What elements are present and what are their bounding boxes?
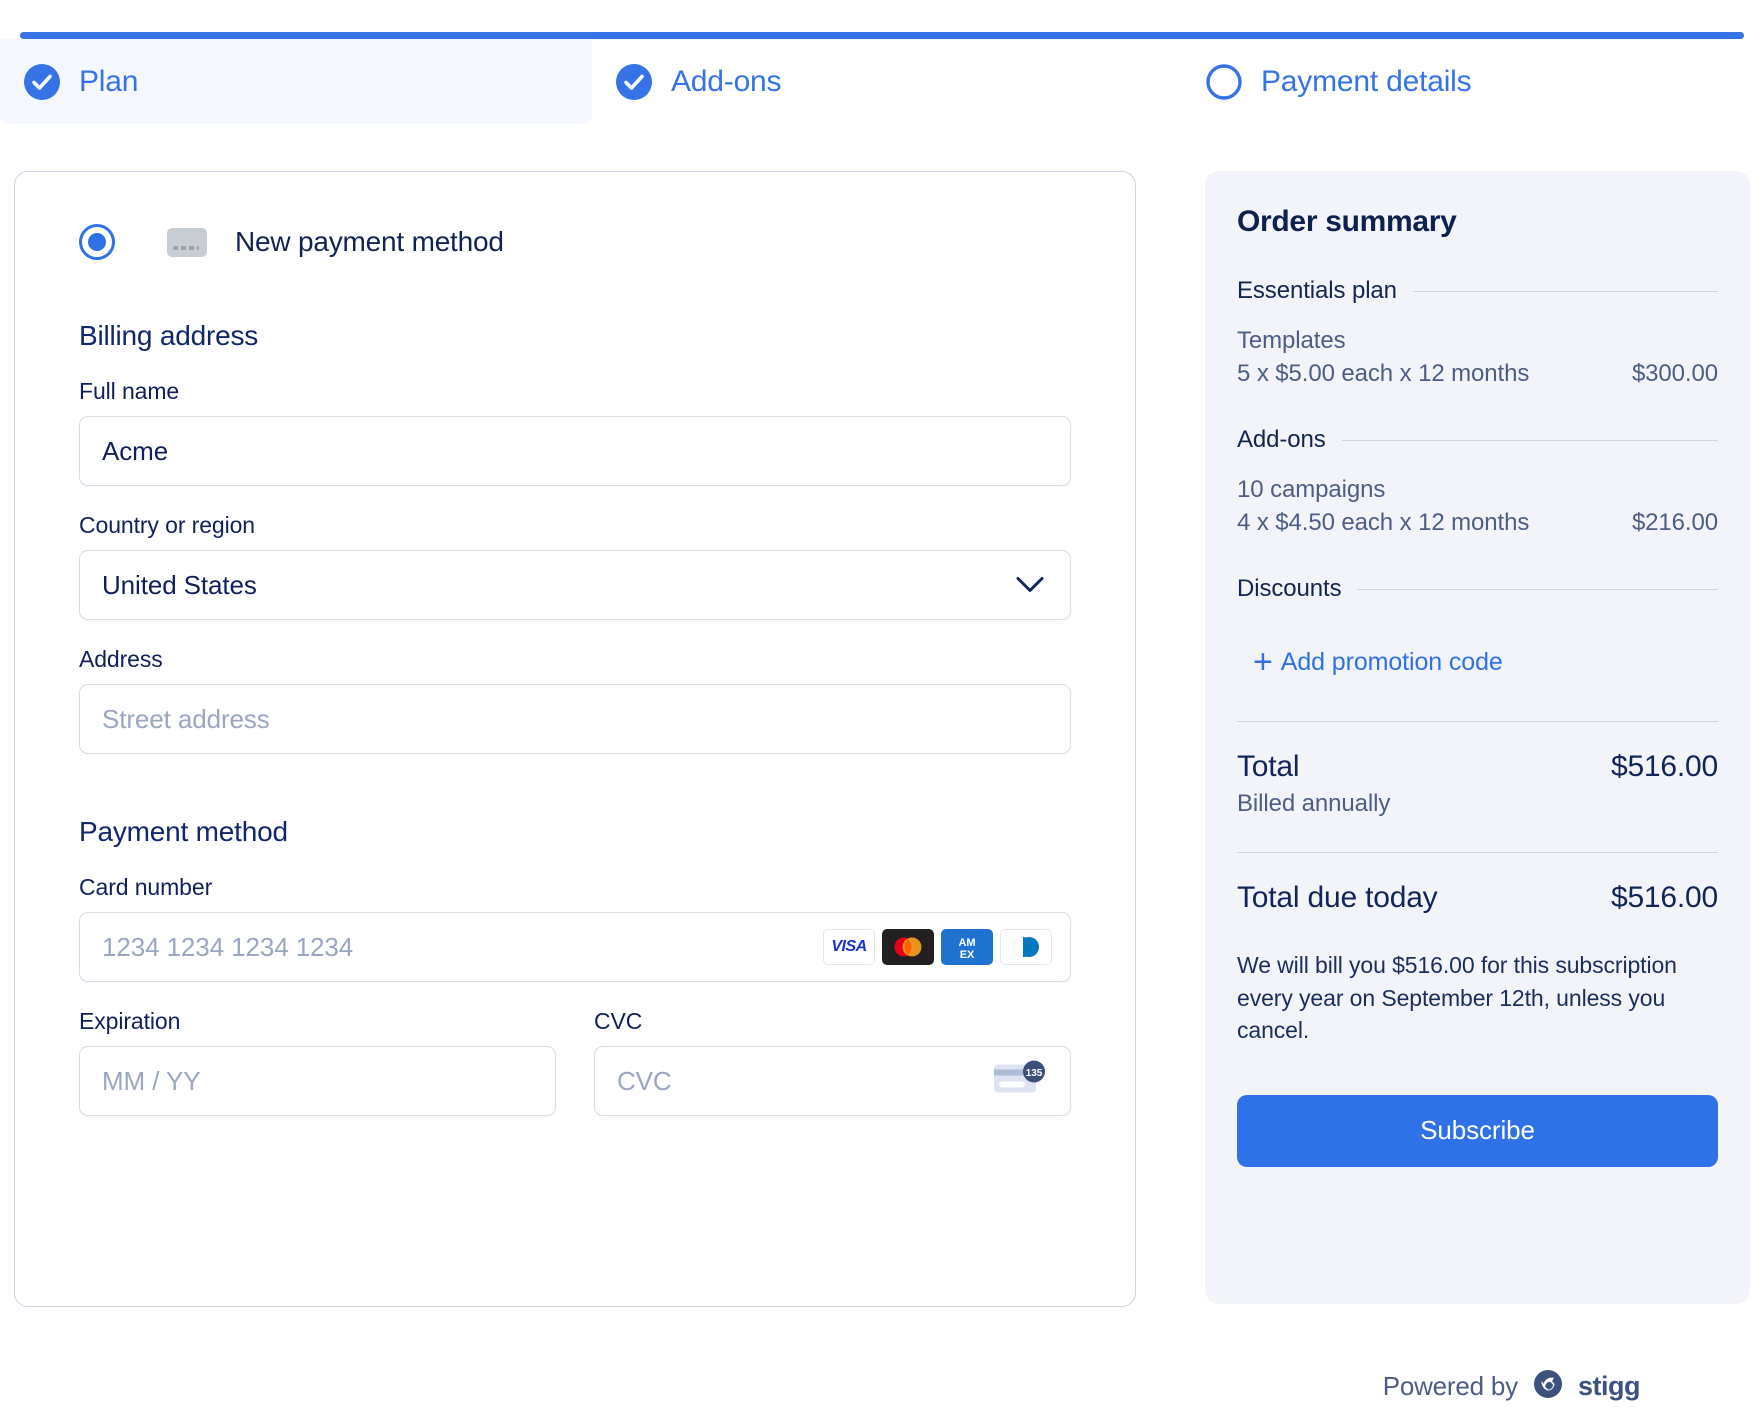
- powered-by-label: Powered by: [1382, 1371, 1519, 1401]
- total-due-today-row: Total due today $516.00: [1237, 881, 1718, 915]
- address-input[interactable]: Street address: [79, 684, 1071, 754]
- plus-icon: +: [1253, 643, 1273, 681]
- step-addons[interactable]: Add-ons: [592, 39, 1182, 124]
- add-promotion-code-link[interactable]: + Add promotion code: [1253, 645, 1718, 679]
- summary-line-amount: $300.00: [1631, 360, 1718, 387]
- step-payment-details[interactable]: Payment details: [1182, 39, 1764, 124]
- summary-group-rule: [1412, 290, 1718, 292]
- card-number-label: Card number: [79, 874, 213, 900]
- total-row: Total $516.00: [1237, 750, 1718, 784]
- payment-form-card: New payment method Billing address Full …: [14, 171, 1136, 1307]
- stigg-wordmark: stigg: [1578, 1371, 1641, 1401]
- expiration-placeholder: MM / YY: [102, 1065, 201, 1096]
- diners-club-icon: [1000, 929, 1052, 965]
- country-label: Country or region: [79, 512, 255, 538]
- summary-group-header: Add-ons: [1237, 426, 1718, 454]
- subscribe-button[interactable]: Subscribe: [1237, 1094, 1718, 1167]
- new-payment-method-option[interactable]: New payment method: [79, 216, 1071, 268]
- step-payment-details-label: Payment details: [1261, 64, 1472, 98]
- full-name-value: Acme: [102, 435, 169, 466]
- expiration-field: Expiration MM / YY: [79, 1008, 556, 1116]
- order-summary-panel: Order summary Essentials plan Templates …: [1205, 171, 1750, 1304]
- credit-card-icon: [167, 227, 207, 257]
- cvc-placeholder: CVC: [617, 1065, 672, 1096]
- summary-group-rule: [1341, 439, 1718, 441]
- card-brand-icons: VISA AM EX: [823, 929, 1052, 965]
- card-number-placeholder: 1234 1234 1234 1234: [102, 931, 354, 962]
- country-select[interactable]: United States: [79, 550, 1071, 620]
- stigg-logo-icon: [1532, 1368, 1564, 1405]
- summary-line-detail: 4 x $4.50 each x 12 months: [1237, 509, 1530, 536]
- card-number-field: Card number 1234 1234 1234 1234 VISA AM …: [79, 874, 1071, 982]
- cvc-card-icon: 135: [992, 1059, 1048, 1104]
- summary-group-header: Discounts: [1237, 575, 1718, 603]
- summary-line-detail: 5 x $5.00 each x 12 months: [1237, 360, 1530, 387]
- new-payment-method-label: New payment method: [235, 226, 504, 257]
- chevron-down-icon[interactable]: [1016, 570, 1044, 601]
- summary-group-label: Essentials plan: [1237, 277, 1397, 304]
- address-field: Address Street address: [79, 646, 1071, 754]
- expiration-cvc-row: Expiration MM / YY CVC CVC 135: [79, 1008, 1071, 1116]
- summary-line-name: 10 campaigns: [1237, 476, 1386, 503]
- payment-method-heading: Payment method: [79, 816, 288, 847]
- amex-icon: AM EX: [941, 929, 993, 965]
- svg-text:EX: EX: [960, 949, 975, 961]
- summary-line-item: Templates 5 x $5.00 each x 12 months $30…: [1237, 327, 1718, 388]
- total-due-today-amount: $516.00: [1610, 881, 1718, 914]
- summary-line-amount: $216.00: [1631, 509, 1718, 536]
- full-name-input[interactable]: Acme: [79, 416, 1071, 486]
- cvc-input[interactable]: CVC 135: [594, 1046, 1071, 1116]
- summary-group-rule: [1357, 588, 1718, 590]
- step-addons-label: Add-ons: [671, 64, 782, 98]
- address-placeholder: Street address: [102, 703, 270, 734]
- stepper: Plan Add-ons Payment details: [0, 39, 1764, 124]
- step-plan-label: Plan: [79, 64, 139, 98]
- check-circle-icon: [614, 62, 654, 102]
- mastercard-icon: [882, 929, 934, 965]
- billing-address-heading: Billing address: [79, 320, 259, 351]
- check-circle-icon: [22, 62, 62, 102]
- billed-frequency: Billed annually: [1237, 790, 1391, 817]
- full-name-field: Full name Acme: [79, 378, 1071, 486]
- summary-group-label: Add-ons: [1237, 426, 1326, 453]
- summary-group-label: Discounts: [1237, 575, 1342, 602]
- total-due-today-label: Total due today: [1237, 881, 1438, 914]
- powered-by-footer: Powered by stigg: [1382, 1368, 1641, 1405]
- svg-text:AM: AM: [959, 937, 976, 949]
- summary-divider: [1237, 852, 1718, 853]
- stepper-progress-bar: [20, 32, 1744, 39]
- summary-divider: [1237, 721, 1718, 722]
- summary-group-header: Essentials plan: [1237, 277, 1718, 305]
- cvc-icon-digits: 135: [1026, 1068, 1043, 1079]
- visa-icon: VISA: [823, 929, 875, 965]
- checkout-page: Plan Add-ons Payment details New payment…: [0, 0, 1764, 1414]
- cvc-label: CVC: [594, 1008, 643, 1034]
- expiration-label: Expiration: [79, 1008, 181, 1034]
- expiration-input[interactable]: MM / YY: [79, 1046, 556, 1116]
- total-amount: $516.00: [1610, 750, 1718, 783]
- summary-line-name: Templates: [1237, 327, 1346, 354]
- add-promotion-code-label: Add promotion code: [1280, 647, 1503, 676]
- radio-selected-icon[interactable]: [79, 224, 115, 260]
- total-label: Total: [1237, 750, 1300, 783]
- summary-line-item: 10 campaigns 4 x $4.50 each x 12 months …: [1237, 476, 1718, 537]
- step-plan[interactable]: Plan: [0, 39, 592, 124]
- billing-note: We will bill you $516.00 for this subscr…: [1237, 952, 1677, 1044]
- visa-icon-label: VISA: [831, 938, 867, 955]
- address-label: Address: [79, 646, 163, 672]
- empty-circle-icon: [1204, 62, 1244, 102]
- country-field: Country or region United States: [79, 512, 1071, 620]
- order-summary-title: Order summary: [1237, 205, 1457, 238]
- card-number-input[interactable]: 1234 1234 1234 1234 VISA AM EX: [79, 912, 1071, 982]
- full-name-label: Full name: [79, 378, 180, 404]
- cvc-field: CVC CVC 135: [594, 1008, 1071, 1116]
- country-value: United States: [102, 569, 257, 600]
